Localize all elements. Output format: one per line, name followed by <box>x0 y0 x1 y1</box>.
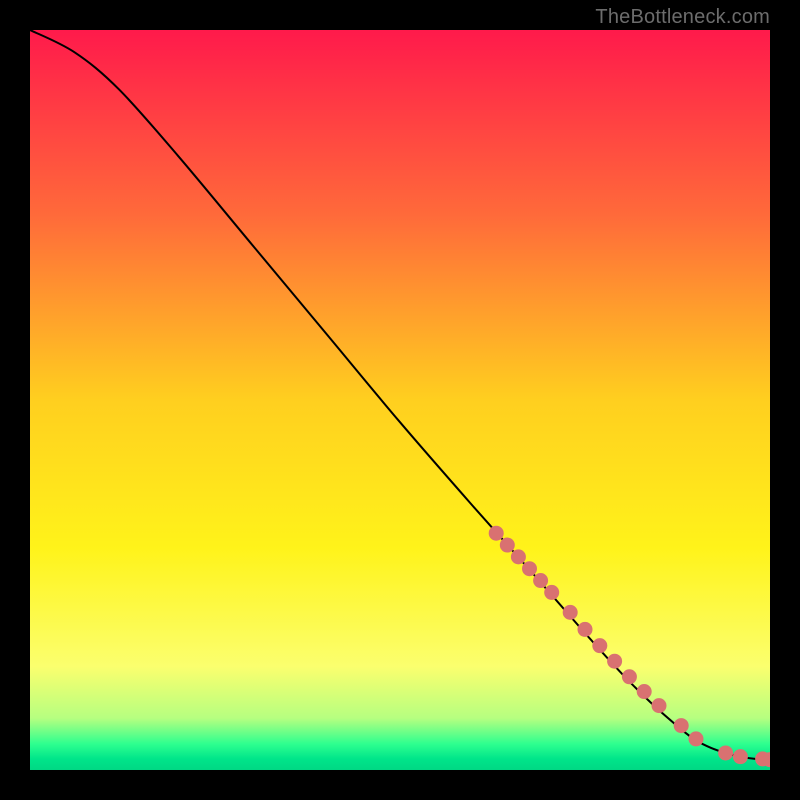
data-point <box>522 561 537 576</box>
data-point <box>733 749 748 764</box>
data-point <box>674 718 689 733</box>
chart-svg <box>30 30 770 770</box>
data-point <box>652 698 667 713</box>
chart-frame: TheBottleneck.com <box>0 0 800 800</box>
data-point <box>489 526 504 541</box>
data-point <box>511 549 526 564</box>
attribution-text: TheBottleneck.com <box>595 6 770 29</box>
data-point <box>563 605 578 620</box>
data-point <box>500 538 515 553</box>
data-point <box>544 585 559 600</box>
data-point <box>689 731 704 746</box>
data-point <box>607 654 622 669</box>
data-point <box>637 684 652 699</box>
gradient-background <box>30 30 770 770</box>
plot-area <box>30 30 770 770</box>
data-point <box>592 638 607 653</box>
data-point <box>578 622 593 637</box>
data-point <box>622 669 637 684</box>
data-point <box>533 573 548 588</box>
data-point <box>718 745 733 760</box>
